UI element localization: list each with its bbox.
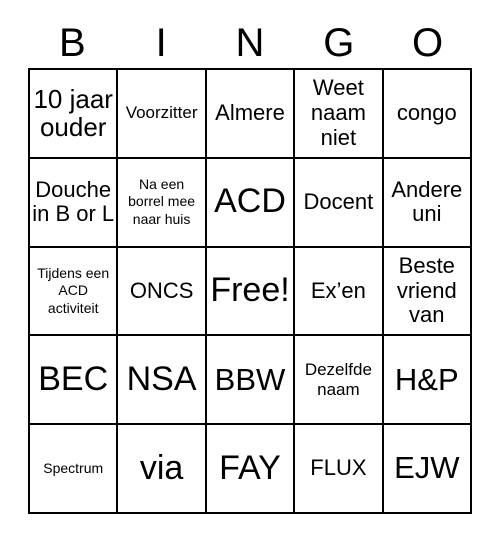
bingo-cell-label: H&P xyxy=(394,361,459,397)
bingo-cell-r2c3[interactable]: ACD xyxy=(206,158,296,248)
bingo-cell-label: Docent xyxy=(303,188,374,214)
bingo-cell-r5c5[interactable]: EJW xyxy=(383,425,472,514)
bingo-cell-r1c4[interactable]: Weet naam niet xyxy=(295,70,384,159)
bingo-header-letter-o: O xyxy=(412,21,444,65)
bingo-cell-label: NSA xyxy=(126,359,197,398)
bingo-cell-label: 10 jaar ouder xyxy=(33,84,113,143)
bingo-cell-r3c4[interactable]: Ex’en xyxy=(295,247,384,337)
bingo-cell-r3c5[interactable]: Beste vriend van xyxy=(383,247,472,337)
bingo-cell-label: congo xyxy=(396,100,457,126)
bingo-card: B I N G O 10 jaar ouder Voorzitter Almer… xyxy=(0,0,500,544)
bingo-cell-label: Almere xyxy=(215,100,285,126)
bingo-cell-label: BBW xyxy=(214,361,286,397)
bingo-cell-label: ACD xyxy=(214,182,286,221)
bingo-cell-label: EJW xyxy=(394,450,460,486)
bingo-cell-label: FLUX xyxy=(310,455,367,481)
bingo-cell-r4c2[interactable]: NSA xyxy=(118,336,207,426)
bingo-cell-r5c3[interactable]: FAY xyxy=(206,425,296,514)
bingo-cell-label: BEC xyxy=(38,359,109,398)
bingo-header-letter-n: N xyxy=(235,21,265,65)
bingo-cell-r1c5[interactable]: congo xyxy=(383,70,472,159)
bingo-cell-label: Voorzitter xyxy=(125,103,198,123)
bingo-cell-label: Free! xyxy=(210,271,290,310)
bingo-cell-r2c2[interactable]: Na een borrel mee naar huis xyxy=(118,158,207,248)
bingo-cell-r3c2[interactable]: ONCS xyxy=(118,247,207,337)
bingo-cell-label: ONCS xyxy=(129,277,194,303)
bingo-cell-label: Douche in B or L xyxy=(32,176,115,227)
bingo-cell-label: Spectrum xyxy=(43,459,104,476)
bingo-cell-r5c4[interactable]: FLUX xyxy=(295,425,384,514)
bingo-cell-label: Weet naam niet xyxy=(310,75,366,150)
bingo-header-letter-i: I xyxy=(155,21,167,65)
bingo-header-letter-b: B xyxy=(59,21,86,65)
bingo-cell-label: Na een borrel mee naar huis xyxy=(128,175,196,227)
bingo-cell-r1c3[interactable]: Almere xyxy=(206,70,296,159)
bingo-cell-r4c5[interactable]: H&P xyxy=(383,336,472,426)
bingo-cell-r5c2[interactable]: via xyxy=(118,425,207,514)
bingo-cell-r2c5[interactable]: Andere uni xyxy=(383,158,472,248)
bingo-grid: 10 jaar ouder Voorzitter Almere Weet naa… xyxy=(28,68,472,514)
bingo-cell-r1c1[interactable]: 10 jaar ouder xyxy=(30,70,119,159)
bingo-cell-r5c1[interactable]: Spectrum xyxy=(30,425,119,514)
bingo-cell-r4c3[interactable]: BBW xyxy=(206,336,296,426)
bingo-cell-r3c1[interactable]: Tijdens een ACD activiteit xyxy=(30,247,119,337)
bingo-header-letter-g: G xyxy=(323,21,355,65)
bingo-cell-label: FAY xyxy=(219,448,281,487)
bingo-cell-label: Ex’en xyxy=(310,277,366,303)
bingo-cell-r4c1[interactable]: BEC xyxy=(30,336,119,426)
bingo-header-row: B I N G O xyxy=(28,18,472,68)
bingo-cell-label: Tijdens een ACD activiteit xyxy=(37,264,110,316)
bingo-cell-r2c1[interactable]: Douche in B or L xyxy=(30,158,119,248)
bingo-cell-r1c2[interactable]: Voorzitter xyxy=(118,70,207,159)
bingo-cell-label: Dezelfde naam xyxy=(304,359,372,399)
bingo-cell-free-space[interactable]: Free! xyxy=(206,247,296,337)
bingo-cell-label: Beste vriend van xyxy=(396,253,457,328)
bingo-cell-label: via xyxy=(139,448,184,487)
bingo-cell-label: Andere uni xyxy=(391,176,463,227)
bingo-cell-r4c4[interactable]: Dezelfde naam xyxy=(295,336,384,426)
bingo-cell-r2c4[interactable]: Docent xyxy=(295,158,384,248)
